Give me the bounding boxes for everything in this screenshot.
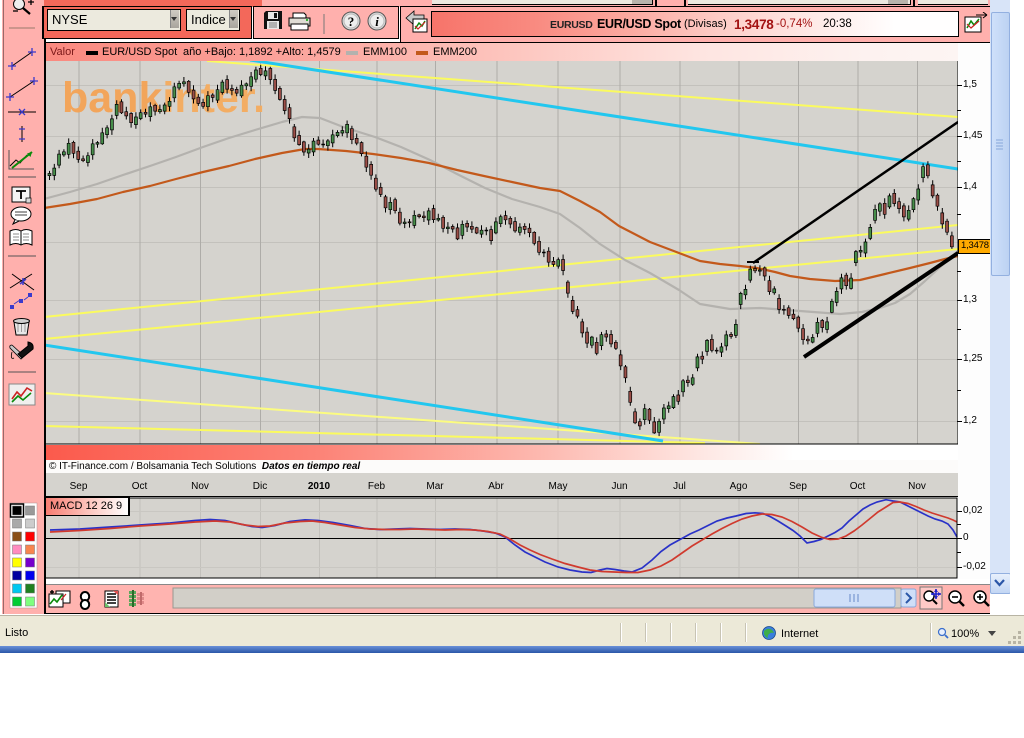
svg-text:i: i <box>375 14 379 29</box>
svg-text:?: ? <box>348 14 355 29</box>
svg-text:bankinter.: bankinter. <box>62 74 265 122</box>
